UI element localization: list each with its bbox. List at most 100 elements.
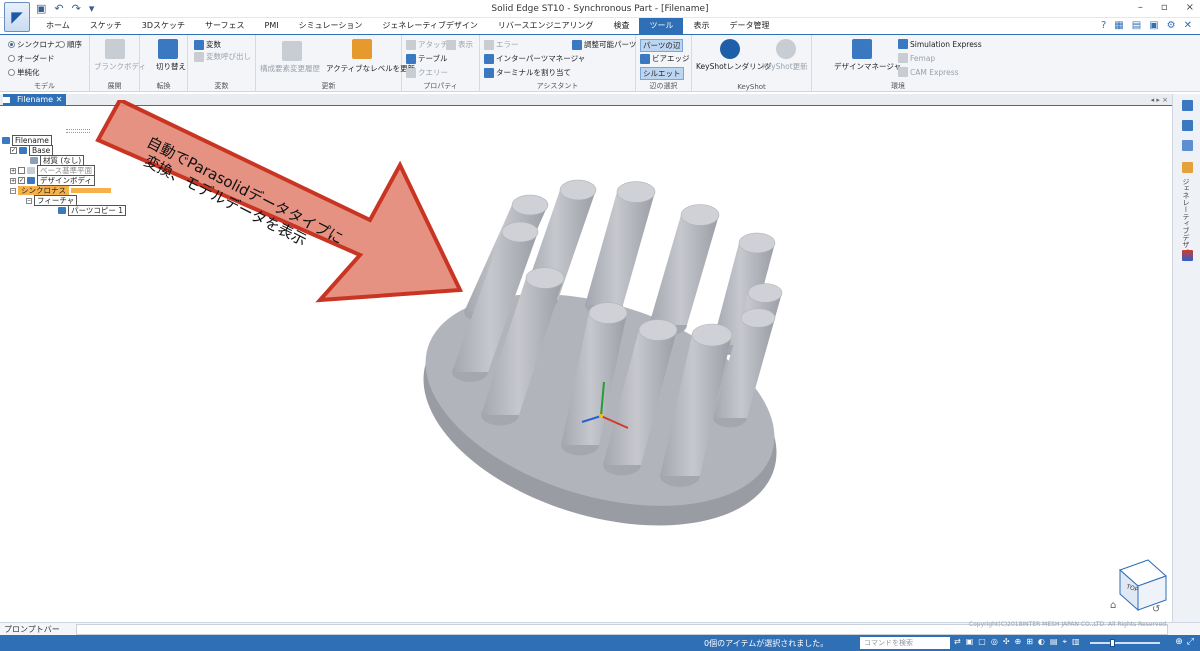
radio-synchronous[interactable]: シンクロナス	[8, 39, 62, 50]
collapse-icon[interactable]: −	[10, 187, 16, 194]
blank-body-button[interactable]: ブランクボディ	[94, 61, 146, 72]
checkbox-icon[interactable]: ✓	[18, 177, 25, 184]
maximize-button[interactable]: ▫	[1161, 2, 1168, 13]
view-icon-6[interactable]: ⊕	[1015, 637, 1022, 647]
assign-terminal-button[interactable]: ターミナルを割り当て	[484, 67, 571, 78]
tab-inspect[interactable]: 検査	[603, 18, 639, 34]
view-icon-1[interactable]: ⇄	[954, 637, 961, 647]
checkbox-icon[interactable]: ✓	[10, 147, 17, 154]
command-search-input[interactable]: コマンドを検索	[860, 637, 950, 649]
tab-pmi[interactable]: PMI	[255, 18, 289, 34]
component-history-button[interactable]: 構成要素変更履歴	[260, 63, 320, 74]
show-icon	[446, 39, 456, 50]
table-button[interactable]: テーブル	[406, 53, 448, 64]
ribbon-icon-6[interactable]: ✕	[1184, 20, 1192, 31]
attach-button[interactable]: アタッチ	[406, 39, 448, 50]
right-dock-panel: ジェネレーティブデザイン	[1172, 94, 1200, 622]
switch-button[interactable]: 切り替え	[156, 61, 186, 72]
view-icon-9[interactable]: ▤	[1050, 637, 1058, 647]
view-icon-2[interactable]: ▣	[966, 637, 974, 647]
radio-sequence[interactable]: 順序	[58, 39, 82, 50]
view-icon-8[interactable]: ◐	[1038, 637, 1045, 647]
home-view-icon[interactable]: ⌂	[1110, 600, 1116, 611]
tree-item-base-planes[interactable]: + ベース基準平面	[10, 165, 96, 176]
dock-icon-1[interactable]	[1182, 100, 1193, 111]
group-expand: ブランクボディ 展開	[90, 35, 146, 92]
view-icon-11[interactable]: ▥	[1072, 637, 1080, 647]
group-label-update: 更新	[321, 82, 336, 90]
document-tab[interactable]: Filename ✕	[3, 94, 67, 106]
interpart-manager-button[interactable]: インターパーツマネージャ	[484, 53, 585, 64]
dock-icon-5[interactable]	[1182, 250, 1193, 261]
variable-call-button[interactable]: 変数呼び出し	[194, 51, 251, 62]
close-button[interactable]: ×	[1186, 2, 1194, 13]
minimize-button[interactable]: –	[1138, 2, 1143, 13]
checkbox-icon[interactable]	[18, 167, 25, 174]
terminal-icon	[484, 67, 494, 78]
zoom-in-icon[interactable]: ⊕	[1175, 637, 1183, 647]
simulation-express-button[interactable]: Simulation Express	[898, 39, 982, 49]
error-button[interactable]: エラー	[484, 39, 519, 50]
tree-item-part-copy[interactable]: パーツコピー 1	[58, 205, 127, 216]
help-icon[interactable]: ?	[1101, 20, 1106, 31]
ribbon-icon-4[interactable]: ▣	[1149, 20, 1158, 31]
tab-generative-design[interactable]: ジェネレーティブデザイン	[372, 18, 488, 34]
rotate-view-icon[interactable]: ↺	[1152, 604, 1160, 615]
query-button[interactable]: クエリー	[406, 67, 448, 78]
group-label-model: モデル	[34, 82, 55, 90]
keyshot-render-button[interactable]: KeyShotレンダリング	[696, 61, 772, 72]
expand-icon[interactable]: +	[10, 177, 16, 184]
variables-button[interactable]: 変数	[194, 39, 221, 50]
tab-data-management[interactable]: データ管理	[719, 18, 779, 34]
tab-surface[interactable]: サーフェス	[195, 18, 255, 34]
tree-item-material[interactable]: 材質 (なし)	[30, 155, 85, 166]
keyshot-update-button[interactable]: KeyShot更新	[762, 61, 808, 72]
view-icon-4[interactable]: ◎	[991, 637, 998, 647]
expand-icon[interactable]: +	[10, 167, 16, 174]
tab-tools[interactable]: ツール	[639, 18, 684, 34]
via-edge-toggle[interactable]: ビアエッジ	[640, 53, 690, 64]
cam-express-button[interactable]: CAM Express	[898, 67, 959, 77]
view-icon-3[interactable]: ▢	[978, 637, 986, 647]
femap-button[interactable]: Femap	[898, 53, 935, 63]
tree-item-design-body[interactable]: + ✓ デザインボディ	[10, 175, 95, 186]
tab-nav-arrows[interactable]: ◂ ▸ ×	[1151, 94, 1168, 106]
ribbon-icon-2[interactable]: ▦	[1114, 20, 1123, 31]
group-label-keyshot: KeyShot	[737, 83, 766, 91]
tree-item-synchronous[interactable]: − シンクロナス	[10, 186, 111, 195]
dock-icon-3[interactable]	[1182, 140, 1193, 151]
show-button[interactable]: 表示	[446, 39, 473, 50]
tab-simulation[interactable]: シミュレーション	[289, 18, 373, 34]
radio-ordered[interactable]: オーダード	[8, 53, 55, 64]
close-tab-icon[interactable]: ✕	[56, 95, 63, 104]
group-update: 構成要素変更履歴 アクティブなレベルを更新 更新	[256, 35, 415, 92]
tab-home[interactable]: ホーム	[36, 18, 80, 34]
window-title: Solid Edge ST10 - Synchronous Part - [Fi…	[491, 4, 709, 14]
key-icon[interactable]	[1182, 162, 1193, 173]
view-icon-10[interactable]: ⌖	[1062, 637, 1067, 647]
tab-reverse-engineering[interactable]: リバースエンジニアリング	[488, 18, 604, 34]
tree-item-root[interactable]: Filename	[2, 135, 52, 146]
zoom-slider-knob[interactable]	[1110, 639, 1115, 647]
tab-view[interactable]: 表示	[683, 18, 719, 34]
ribbon-icon-5[interactable]: ⚙	[1167, 20, 1176, 31]
tab-sketch[interactable]: スケッチ	[80, 18, 132, 34]
zoom-slider[interactable]	[1090, 642, 1160, 644]
adjustable-part-button[interactable]: 調整可能パーツ	[572, 39, 636, 50]
view-icon-7[interactable]: ⊞	[1026, 637, 1033, 647]
design-manager-button[interactable]: デザインマネージャ	[834, 61, 901, 72]
part-edges-toggle[interactable]: パーツの辺	[640, 39, 684, 52]
view-icon-5[interactable]: ✣	[1003, 637, 1010, 647]
dock-icon-2[interactable]	[1182, 120, 1193, 131]
fit-view-icon[interactable]: ⤢	[1187, 637, 1194, 647]
radio-simplify[interactable]: 単純化	[8, 67, 40, 78]
tree-item-base[interactable]: ✓ Base	[10, 145, 54, 156]
keyshot-render-icon	[720, 39, 740, 59]
ribbon-icon-3[interactable]: ▤	[1132, 20, 1141, 31]
collapse-icon[interactable]: −	[26, 197, 32, 204]
silhouette-toggle[interactable]: シルエット	[640, 67, 684, 80]
view-cube[interactable]: TOP ⌂ ↺	[1110, 559, 1167, 615]
tab-3dsketch[interactable]: 3Dスケッチ	[132, 18, 195, 34]
via-edge-icon	[640, 53, 650, 64]
tree-item-features[interactable]: − フィーチャ	[26, 195, 78, 206]
